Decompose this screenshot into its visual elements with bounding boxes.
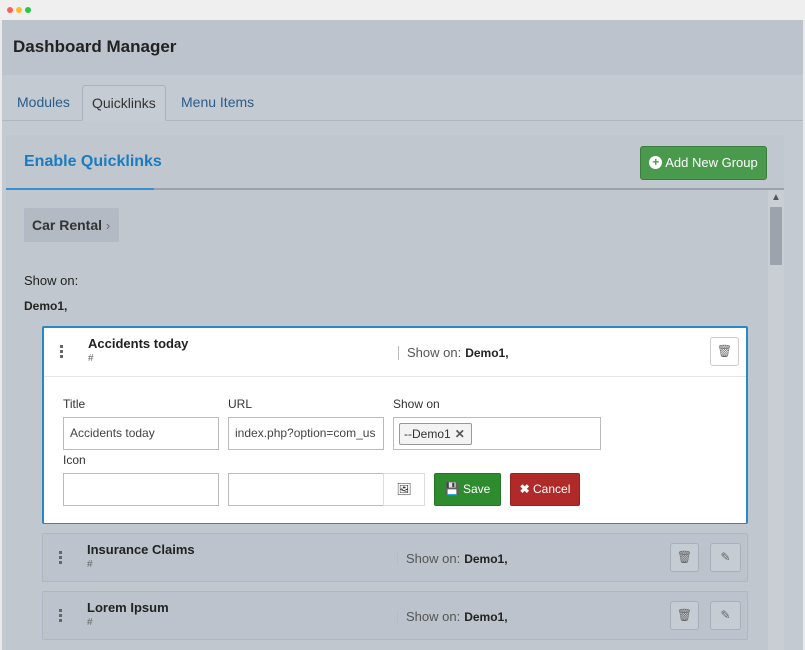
delete-button[interactable]: 🗑 xyxy=(670,601,699,630)
app-header: Dashboard Manager xyxy=(2,20,803,75)
item-show-on: Show on: Demo1, xyxy=(397,552,508,566)
group-show-on-value: Demo1, xyxy=(24,299,68,313)
drag-handle-icon[interactable] xyxy=(59,609,62,624)
item-show-on: Show on: Demo1, xyxy=(397,610,508,624)
item-link: # xyxy=(88,353,94,364)
tab-quicklinks[interactable]: Quicklinks xyxy=(82,85,166,121)
item-show-on-value: Demo1, xyxy=(464,552,508,566)
item-show-on: Show on: Demo1, xyxy=(398,346,509,360)
quicklink-item-insurance-claims: Insurance Claims # Show on: Demo1, 🗑 ✎ xyxy=(42,533,748,582)
icon-picker-button[interactable]: 🖼 xyxy=(383,473,425,506)
drag-handle-icon[interactable] xyxy=(59,551,62,566)
item-show-on-value: Demo1, xyxy=(464,610,508,624)
scroll-up-arrow-icon[interactable]: ▲ xyxy=(771,192,781,203)
save-button[interactable]: 💾 Save xyxy=(434,473,501,506)
edit-icon: ✎ xyxy=(720,550,731,564)
icon-path-input[interactable] xyxy=(228,473,384,506)
show-on-label: Show on xyxy=(393,397,440,411)
floppy-disk-icon: 💾 xyxy=(444,482,460,496)
title-label: Title xyxy=(63,397,86,411)
icon-label: Icon xyxy=(63,453,86,467)
maximize-window-dot[interactable] xyxy=(25,7,31,13)
group-show-on-label: Show on: xyxy=(24,273,79,288)
group-car-rental[interactable]: Car Rental › xyxy=(24,208,119,242)
tab-menu-items[interactable]: Menu Items xyxy=(172,85,263,119)
trash-icon: 🗑 xyxy=(676,608,693,622)
close-window-dot[interactable] xyxy=(7,7,13,13)
quicklinks-panel: Enable Quicklinks + Add New Group ▲ Car R… xyxy=(6,135,784,650)
group-name: Car Rental xyxy=(32,217,103,233)
plus-circle-icon: + xyxy=(649,156,663,170)
item-name: Lorem Ipsum xyxy=(87,600,169,615)
delete-button[interactable]: 🗑 xyxy=(670,543,699,572)
panel-title: Enable Quicklinks xyxy=(24,153,162,170)
title-input[interactable]: Accidents today xyxy=(63,417,219,450)
show-on-chip: --Demo1 ✕ xyxy=(399,423,472,445)
dashboard-manager: Dashboard Manager Modules Quicklinks Men… xyxy=(2,20,803,650)
remove-chip-icon[interactable]: ✕ xyxy=(455,427,465,441)
item-name: Accidents today xyxy=(88,336,189,351)
trash-icon: 🗑 xyxy=(716,344,733,358)
cancel-label: Cancel xyxy=(533,482,571,496)
cancel-button[interactable]: ✖ Cancel xyxy=(510,473,580,506)
show-on-select[interactable]: --Demo1 ✕ xyxy=(393,417,601,450)
image-icon: 🖼 xyxy=(396,482,412,496)
drag-handle-icon[interactable] xyxy=(60,345,63,360)
scrollbar[interactable]: ▲ xyxy=(768,190,784,650)
page-title: Dashboard Manager xyxy=(13,37,177,56)
item-name: Insurance Claims xyxy=(87,542,195,557)
quicklink-item-accidents-today: Accidents today # Show on: Demo1, 🗑 Title… xyxy=(42,326,748,524)
item-link: # xyxy=(87,559,93,570)
window-chrome xyxy=(0,0,805,20)
show-on-chip-label: --Demo1 xyxy=(404,427,451,441)
panel-body: ▲ Car Rental › Show on: Demo1, Accidents… xyxy=(6,190,784,650)
save-label: Save xyxy=(462,482,491,496)
url-input[interactable]: index.php?option=com_us xyxy=(228,417,384,450)
quicklink-item-lorem-ipsum: Lorem Ipsum # Show on: Demo1, 🗑 ✎ xyxy=(42,591,748,640)
item-show-on-label: Show on: xyxy=(406,551,461,566)
quicklink-edit-form: Title Accidents today URL index.php?opti… xyxy=(44,376,746,523)
add-new-group-button[interactable]: + Add New Group xyxy=(640,146,767,180)
edit-button[interactable]: ✎ xyxy=(710,543,741,572)
edit-icon: ✎ xyxy=(720,608,731,622)
item-link: # xyxy=(87,617,93,628)
delete-button[interactable]: 🗑 xyxy=(710,337,739,366)
close-icon: ✖ xyxy=(519,482,530,496)
add-new-group-label: Add New Group xyxy=(665,155,758,170)
minimize-window-dot[interactable] xyxy=(16,7,22,13)
url-label: URL xyxy=(228,397,253,411)
item-show-on-label: Show on: xyxy=(406,609,461,624)
icon-input[interactable] xyxy=(63,473,219,506)
item-show-on-label: Show on: xyxy=(407,345,462,360)
panel-header: Enable Quicklinks + Add New Group xyxy=(6,135,784,190)
trash-icon: 🗑 xyxy=(676,550,693,564)
scrollbar-thumb[interactable] xyxy=(770,207,782,265)
tab-bar: Modules Quicklinks Menu Items xyxy=(2,75,803,121)
edit-button[interactable]: ✎ xyxy=(710,601,741,630)
chevron-right-icon: › xyxy=(105,218,111,233)
item-show-on-value: Demo1, xyxy=(465,346,509,360)
tab-modules[interactable]: Modules xyxy=(8,85,79,119)
